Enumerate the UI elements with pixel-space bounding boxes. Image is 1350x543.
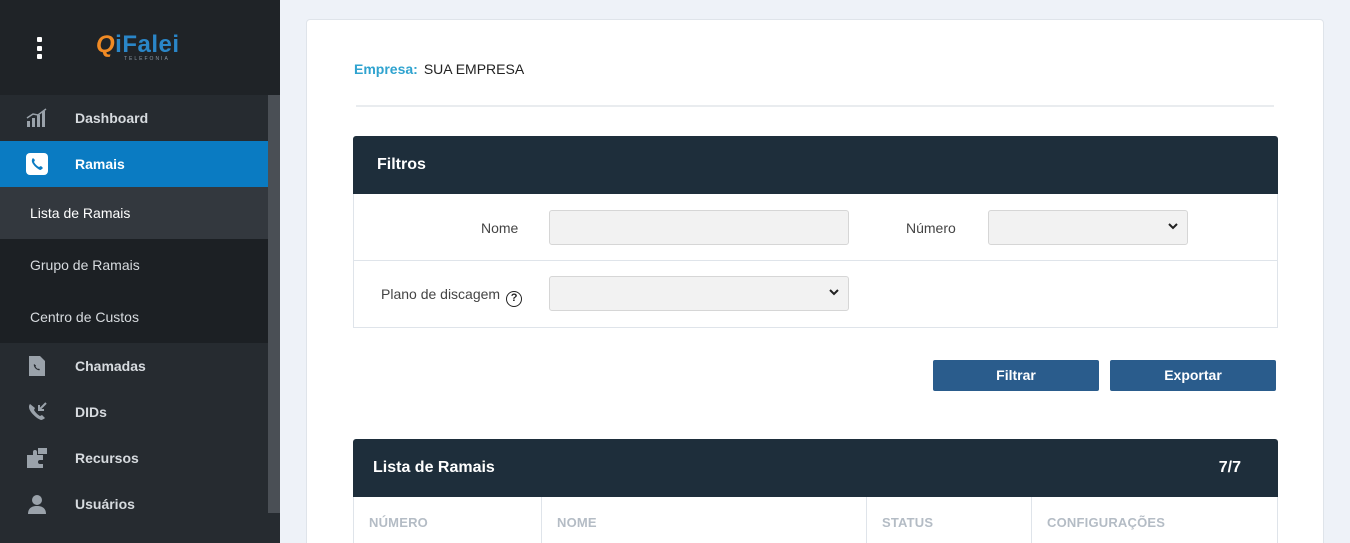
nome-label: Nome — [481, 220, 519, 236]
company-name: SUA EMPRESA — [423, 61, 525, 77]
puzzle-icon — [26, 447, 48, 469]
help-icon[interactable]: ? — [506, 291, 523, 307]
sidebar-item-label: Dashboard — [75, 110, 149, 126]
phone-document-icon — [26, 355, 48, 377]
logo-mark: Q — [96, 31, 116, 58]
sidebar-item-dids[interactable]: DIDs — [0, 389, 268, 435]
filtrar-button[interactable]: Filtrar — [933, 360, 1099, 391]
sidebar-item-label: Chamadas — [75, 358, 146, 374]
sidebar-item-label: DIDs — [75, 404, 107, 420]
sidebar-item-chamadas[interactable]: Chamadas — [0, 343, 268, 389]
incoming-call-icon — [26, 401, 48, 423]
main-card: Empresa: SUA EMPRESA Filtros Nome Número … — [306, 19, 1324, 543]
chevron-down-icon — [828, 286, 840, 301]
sidebar-item-label: Recursos — [75, 450, 139, 466]
phone-icon — [26, 153, 48, 175]
filters-title: Filtros — [377, 156, 426, 173]
sidebar-item-recursos[interactable]: Recursos — [0, 435, 268, 481]
sidebar: QiFalei TELEFONIA Dashboard Ramais Lista… — [0, 0, 280, 543]
filters-header: Filtros — [353, 136, 1278, 194]
sidebar-subitem-centro-de-custos[interactable]: Centro de Custos — [0, 291, 268, 343]
column-header-numero[interactable]: NÚMERO — [354, 497, 542, 543]
numero-select[interactable] — [988, 210, 1188, 245]
filters-body: Nome Número Plano de discagem? — [353, 194, 1278, 328]
brand-logo: QiFalei TELEFONIA — [96, 31, 180, 63]
filters-row-divider — [354, 260, 1277, 261]
sidebar-subitem-lista-de-ramais[interactable]: Lista de Ramais — [0, 187, 268, 239]
chevron-down-icon — [1167, 220, 1179, 235]
kebab-menu-icon[interactable] — [36, 37, 42, 59]
sidebar-item-dashboard[interactable]: Dashboard — [0, 95, 268, 141]
company-label: Empresa: — [354, 61, 418, 77]
company-info: Empresa: SUA EMPRESA — [354, 61, 524, 77]
user-icon — [26, 493, 48, 515]
plano-select[interactable] — [549, 276, 849, 311]
logo-text: iFalei — [115, 31, 180, 58]
plano-label-text: Plano de discagem — [381, 286, 501, 302]
divider — [356, 105, 1274, 107]
logo-subtitle: TELEFONIA — [124, 56, 170, 62]
bar-chart-icon — [26, 107, 48, 129]
sidebar-item-ramais[interactable]: Ramais — [0, 141, 268, 187]
nome-input[interactable] — [549, 210, 849, 245]
sidebar-submenu: Lista de Ramais Grupo de Ramais Centro d… — [0, 187, 268, 343]
exportar-button[interactable]: Exportar — [1110, 360, 1276, 391]
table-header: NÚMERO NOME STATUS CONFIGURAÇÕES — [353, 497, 1278, 543]
plano-label: Plano de discagem? — [381, 286, 523, 307]
column-header-status[interactable]: STATUS — [867, 497, 1032, 543]
list-header: Lista de Ramais 7/7 — [353, 439, 1278, 497]
sidebar-scrollbar[interactable] — [268, 95, 280, 513]
column-header-nome[interactable]: NOME — [542, 497, 867, 543]
numero-label: Número — [906, 220, 956, 236]
column-header-configuracoes[interactable]: CONFIGURAÇÕES — [1032, 497, 1277, 543]
sidebar-subitem-grupo-de-ramais[interactable]: Grupo de Ramais — [0, 239, 268, 291]
list-count: 7/7 — [1218, 459, 1241, 476]
sidebar-item-usuarios[interactable]: Usuários — [0, 481, 268, 527]
sidebar-item-label: Usuários — [75, 496, 135, 512]
sidebar-header: QiFalei TELEFONIA — [0, 0, 280, 95]
sidebar-menu: Dashboard Ramais Lista de Ramais Grupo d… — [0, 95, 268, 527]
list-title: Lista de Ramais — [373, 459, 495, 476]
sidebar-item-label: Ramais — [75, 156, 125, 172]
